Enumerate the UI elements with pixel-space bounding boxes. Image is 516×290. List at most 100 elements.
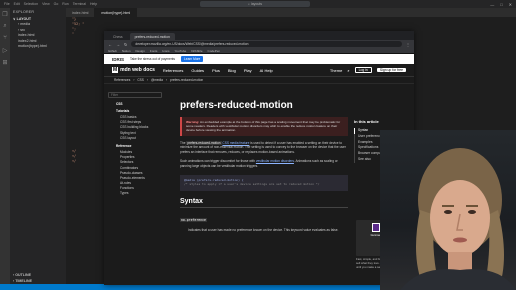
- nav-group-css[interactable]: CSS: [116, 102, 168, 106]
- nav-plus[interactable]: Plus: [212, 68, 220, 73]
- eye-left: [444, 210, 452, 214]
- mdn-navbar: Mmdn web docs References Guides Plus Blo…: [104, 64, 414, 77]
- login-button[interactable]: Log in: [354, 67, 372, 73]
- nav-references[interactable]: References: [163, 68, 183, 73]
- code-comment: /* styles to apply if a user's device se…: [184, 181, 320, 186]
- explorer-header: EXPLORER: [13, 10, 35, 14]
- crumb-media[interactable]: @media: [151, 78, 163, 82]
- browser-tab-mdn[interactable]: prefers-reduced-motion: [129, 33, 175, 40]
- css-media-feature-link[interactable]: CSS media feature: [222, 141, 249, 145]
- menu-icon[interactable]: ⋮: [406, 42, 410, 47]
- browser-window: Chess prefers-reduced-motion ← → ↻ devel…: [104, 31, 414, 285]
- signup-button[interactable]: Sign up for free: [376, 68, 406, 72]
- window-controls: — □ ✕: [490, 0, 512, 8]
- keyword-definition: Indicates that a user has made no prefer…: [188, 227, 339, 232]
- close-icon[interactable]: ✕: [509, 2, 512, 7]
- bookmark-item[interactable]: Dribbble: [191, 49, 202, 53]
- menu-terminal[interactable]: Terminal: [73, 2, 86, 6]
- code-line: </: [72, 159, 77, 163]
- banner-cta-button[interactable]: Learn More: [181, 56, 204, 62]
- brow-left: [442, 205, 454, 207]
- nav-play[interactable]: Play: [244, 68, 252, 73]
- nav-group-tutorials[interactable]: Tutorials: [116, 109, 168, 113]
- bookmark-item[interactable]: Icons: [162, 49, 169, 53]
- inline-code: prefers-reduced-motion: [186, 140, 222, 145]
- nav-blog[interactable]: Blog: [228, 68, 236, 73]
- crumb-separator: ›: [146, 78, 148, 82]
- nav-group-reference[interactable]: Reference: [116, 144, 168, 148]
- menu-view[interactable]: View: [42, 2, 50, 6]
- nav-item[interactable]: Types: [120, 191, 168, 196]
- syntax-heading: Syntax: [180, 198, 348, 208]
- mouth: [453, 237, 467, 243]
- explorer-sidebar: EXPLORER ∨ LAYOUT › media › src index.ht…: [10, 8, 66, 284]
- code-example: @media (prefers-reduced-motion) { /* sty…: [180, 174, 348, 191]
- left-sidebar-nav: Filter CSS Tutorials CSS basics CSS firs…: [108, 92, 168, 197]
- vestibular-link[interactable]: vestibular motion disorders: [256, 159, 294, 163]
- crumb-separator: ›: [133, 78, 135, 82]
- minimize-icon[interactable]: —: [490, 2, 494, 7]
- crumb-css[interactable]: CSS: [137, 78, 144, 82]
- bookmark-item[interactable]: Notion: [122, 49, 131, 53]
- file-motion[interactable]: motion(hype).html: [10, 44, 66, 50]
- banner-logo: IDRIS: [112, 56, 125, 62]
- nav-guides[interactable]: Guides: [191, 68, 204, 73]
- crumb-references[interactable]: References: [114, 78, 130, 82]
- brow-right: [466, 205, 478, 207]
- editor-tabs: index.html motion(hype).html: [66, 8, 516, 17]
- extensions-icon[interactable]: ⊞: [0, 56, 10, 68]
- warning-callout: Warning: An embedded example at the bott…: [180, 117, 348, 136]
- menu-edit[interactable]: Edit: [14, 2, 20, 6]
- bookmark-item[interactable]: Design: [136, 49, 145, 53]
- menu-help[interactable]: Help: [90, 2, 97, 6]
- ad-image: [372, 223, 380, 232]
- menu-run[interactable]: Run: [62, 2, 68, 6]
- source-control-icon[interactable]: ⑂: [0, 32, 10, 44]
- nav-item[interactable]: CSS layout: [120, 136, 168, 141]
- search-icon[interactable]: ⌕: [0, 20, 10, 32]
- webcam-overlay: [380, 130, 516, 290]
- files-icon[interactable]: ❐: [0, 8, 10, 20]
- keyword-term: no-preference: [180, 217, 207, 222]
- run-debug-icon[interactable]: ▷: [0, 44, 10, 56]
- eye-right: [468, 210, 476, 214]
- browser-tabs: Chess prefers-reduced-motion: [104, 31, 414, 40]
- menu-selection[interactable]: Selection: [24, 2, 38, 6]
- browser-tab-chess[interactable]: Chess: [108, 33, 128, 40]
- code-editor[interactable]: "} "52; " "; " </ </ </: [66, 17, 104, 284]
- toc-title: In this article: [354, 119, 379, 124]
- bookmark-item[interactable]: Fonts: [150, 49, 158, 53]
- menubar: File Edit Selection View Go Run Terminal…: [0, 0, 516, 8]
- theme-toggle[interactable]: Theme: [330, 68, 342, 73]
- menu-file[interactable]: File: [4, 2, 10, 6]
- tab-index[interactable]: index.html: [66, 8, 96, 17]
- menu-go[interactable]: Go: [54, 2, 59, 6]
- reload-icon[interactable]: ↻: [124, 42, 127, 47]
- search-icon[interactable]: ⌕: [347, 68, 349, 73]
- maximize-icon[interactable]: □: [500, 2, 502, 7]
- back-icon[interactable]: ←: [108, 42, 112, 47]
- presenter-video: [400, 148, 516, 290]
- nav-ai-help[interactable]: AI Help: [260, 68, 273, 73]
- warning-text: An embedded example at the bottom of thi…: [186, 120, 341, 133]
- ad-banner: IDRIS Take the stress out of payments Le…: [104, 54, 414, 64]
- command-center[interactable]: ⌕ layouts: [200, 1, 310, 7]
- activity-bar: ❐ ⌕ ⑂ ▷ ⊞: [0, 8, 10, 284]
- forward-icon[interactable]: →: [116, 42, 120, 47]
- second-text: Such animations can trigger discomfort f…: [180, 159, 255, 164]
- crumb-current: prefers-reduced-motion: [169, 78, 204, 82]
- bookmark-item[interactable]: Github: [108, 49, 117, 53]
- breadcrumb: References › CSS › @media › prefers-redu…: [104, 77, 414, 84]
- address-bar: ← → ↻ developer.mozilla.org/en-US/docs/W…: [104, 40, 414, 48]
- url-input[interactable]: developer.mozilla.org/en-US/docs/Web/CSS…: [131, 41, 402, 47]
- second-paragraph: Such animations can trigger discomfort f…: [180, 159, 348, 168]
- bookmark-item[interactable]: CodePen: [208, 49, 221, 53]
- mdn-page: IDRIS Take the stress out of payments Le…: [104, 54, 414, 285]
- mdn-logo[interactable]: Mmdn web docs: [112, 67, 155, 73]
- page-title: prefers-reduced-motion: [180, 100, 293, 111]
- filter-input[interactable]: Filter: [108, 92, 162, 98]
- tab-motion[interactable]: motion(hype).html: [95, 8, 138, 17]
- bookmark-item[interactable]: YouTube: [175, 49, 187, 53]
- intro-paragraph: The prefers-reduced-motion CSS media fea…: [180, 140, 346, 154]
- article-content: prefers-reduced-motion Warning: An embed…: [180, 92, 348, 232]
